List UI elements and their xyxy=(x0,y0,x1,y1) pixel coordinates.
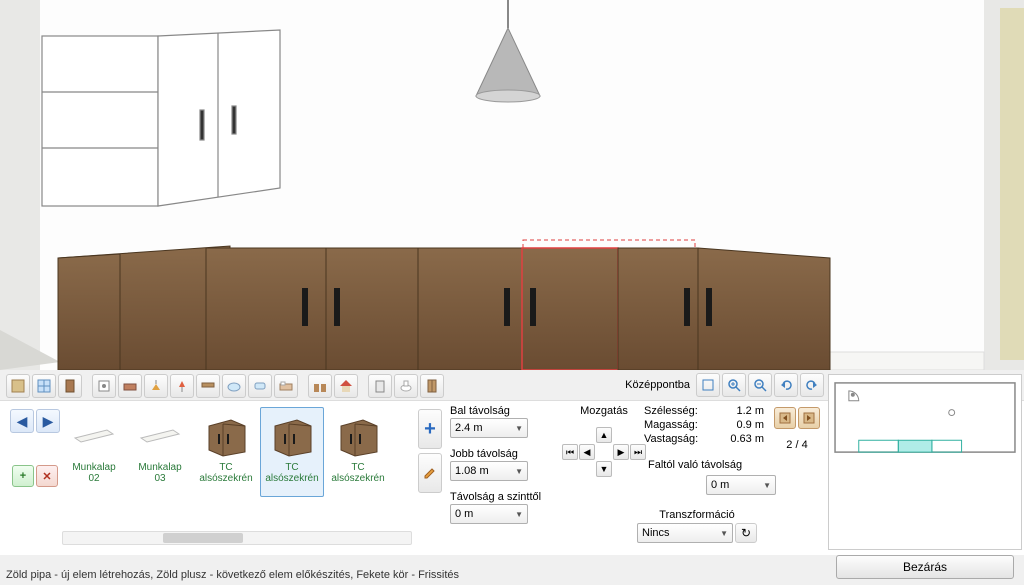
thumb-label: Munkalap02 xyxy=(65,462,123,484)
height-value: 0.9 m xyxy=(736,419,764,431)
worktop-icon xyxy=(65,410,123,460)
move-up-button[interactable]: ▲ xyxy=(596,427,612,443)
dimensions: Szélesség: 1.2 m Magasság: 0.9 m Vastagság… xyxy=(644,405,764,447)
zoom-in-icon[interactable] xyxy=(722,373,746,397)
move-controls: Mozgatás ▲ ⏮ ◀ ▶ ⏭ ▼ xyxy=(560,405,648,477)
cat-window-icon[interactable] xyxy=(32,374,56,398)
thumb-item[interactable]: TCalsószekrén xyxy=(194,407,258,497)
transform-label: Transzformáció xyxy=(632,509,762,521)
pager: 2 / 4 xyxy=(772,407,822,451)
edit-pencil-icon[interactable] xyxy=(418,453,442,493)
delete-item-button[interactable]: ✕ xyxy=(36,465,58,487)
page-prev-button[interactable] xyxy=(774,407,796,429)
cat-bed-icon[interactable] xyxy=(274,374,298,398)
cat-bath-icon[interactable] xyxy=(222,374,246,398)
refresh-icon[interactable]: ↻ xyxy=(735,523,757,543)
close-button[interactable]: Bezárás xyxy=(836,555,1014,579)
move-first-button[interactable]: ⏮ xyxy=(562,444,578,460)
edit-tools: + xyxy=(418,409,442,493)
cat-house-icon[interactable] xyxy=(334,374,358,398)
floorplan-svg xyxy=(829,375,1021,549)
undo-icon[interactable] xyxy=(774,373,798,397)
cat-sink-icon[interactable] xyxy=(248,374,272,398)
cat-lamp-icon[interactable] xyxy=(170,374,194,398)
add-item-button[interactable]: + xyxy=(12,465,34,487)
page-next-button[interactable] xyxy=(798,407,820,429)
move-left-button[interactable]: ◀ xyxy=(579,444,595,460)
thumb-next-button[interactable]: ▶ xyxy=(36,409,60,433)
redo-icon[interactable] xyxy=(800,373,824,397)
thumb-item[interactable]: Munkalap03 xyxy=(128,407,192,497)
depth-value: 0.63 m xyxy=(730,433,764,445)
view-controls: Középpontba xyxy=(625,373,824,397)
width-value: 1.2 m xyxy=(736,405,764,417)
move-right-button[interactable]: ▶ xyxy=(613,444,629,460)
cabinet-icon xyxy=(263,410,321,460)
thumb-label: TCalsószekrén xyxy=(197,462,255,484)
move-down-button[interactable]: ▼ xyxy=(596,461,612,477)
thumb-prev-button[interactable]: ◀ xyxy=(10,409,34,433)
width-label: Szélesség: xyxy=(644,405,712,417)
zoom-out-icon[interactable] xyxy=(748,373,772,397)
transform-combo[interactable]: Nincs▼ xyxy=(637,523,733,543)
thumb-item[interactable]: TCalsószekrén xyxy=(260,407,324,497)
wall-dist-label: Faltól való távolság xyxy=(648,459,776,471)
center-label: Középpontba xyxy=(625,379,690,391)
scrollbar-handle[interactable] xyxy=(163,533,243,543)
cat-switch-icon[interactable] xyxy=(92,374,116,398)
center-view-icon[interactable] xyxy=(696,373,720,397)
transform-controls: Transzformáció Nincs▼ ↻ xyxy=(632,509,762,543)
cat-floor-icon[interactable] xyxy=(6,374,30,398)
page-indicator: 2 / 4 xyxy=(772,439,822,451)
thumb-item[interactable]: Munkalap02 xyxy=(62,407,126,497)
floorplan-minimap[interactable] xyxy=(828,374,1022,550)
viewport-3d[interactable] xyxy=(0,0,1024,370)
thumb-item[interactable]: TCalsószekrén xyxy=(326,407,390,497)
szint-label: Távolság a szinttől xyxy=(450,491,650,503)
cabinet-icon xyxy=(329,410,387,460)
scene-svg xyxy=(0,0,1024,370)
cabinet-icon xyxy=(197,410,255,460)
move-title: Mozgatás xyxy=(560,405,648,417)
bal-combo[interactable]: 2.4 m▼ xyxy=(450,418,528,438)
cat-toilet-icon[interactable] xyxy=(394,374,418,398)
cat-wardrobe-icon[interactable] xyxy=(420,374,444,398)
cat-door-icon[interactable] xyxy=(58,374,82,398)
height-label: Magasság: xyxy=(644,419,712,431)
thumb-label: TCalsószekrén xyxy=(329,462,387,484)
add-remove: + ✕ xyxy=(12,465,58,487)
thumbnail-strip: Munkalap02 Munkalap03 TCalsószekrén TCalsós… xyxy=(62,407,412,507)
add-plus-icon[interactable]: + xyxy=(418,409,442,449)
status-bar: Zöld pipa - új elem létrehozás, Zöld plu… xyxy=(6,569,459,581)
thumb-scrollbar[interactable] xyxy=(62,531,412,545)
cat-sofa-icon[interactable] xyxy=(118,374,142,398)
cat-pendant-icon[interactable] xyxy=(144,374,168,398)
thumb-nav: ◀ ▶ xyxy=(10,409,60,433)
depth-label: Vastagság: xyxy=(644,433,712,445)
thumb-label: TCalsószekrén xyxy=(263,462,321,484)
cat-kitchen-icon[interactable] xyxy=(308,374,332,398)
worktop-icon xyxy=(131,410,189,460)
wall-distance: Faltól való távolság 0 m▼ xyxy=(648,459,776,495)
thumb-label: Munkalap03 xyxy=(131,462,189,484)
jobb-combo[interactable]: 1.08 m▼ xyxy=(450,461,528,481)
wall-dist-combo[interactable]: 0 m▼ xyxy=(706,475,776,495)
cat-appliance-icon[interactable] xyxy=(368,374,392,398)
szint-combo[interactable]: 0 m▼ xyxy=(450,504,528,524)
cat-table-icon[interactable] xyxy=(196,374,220,398)
